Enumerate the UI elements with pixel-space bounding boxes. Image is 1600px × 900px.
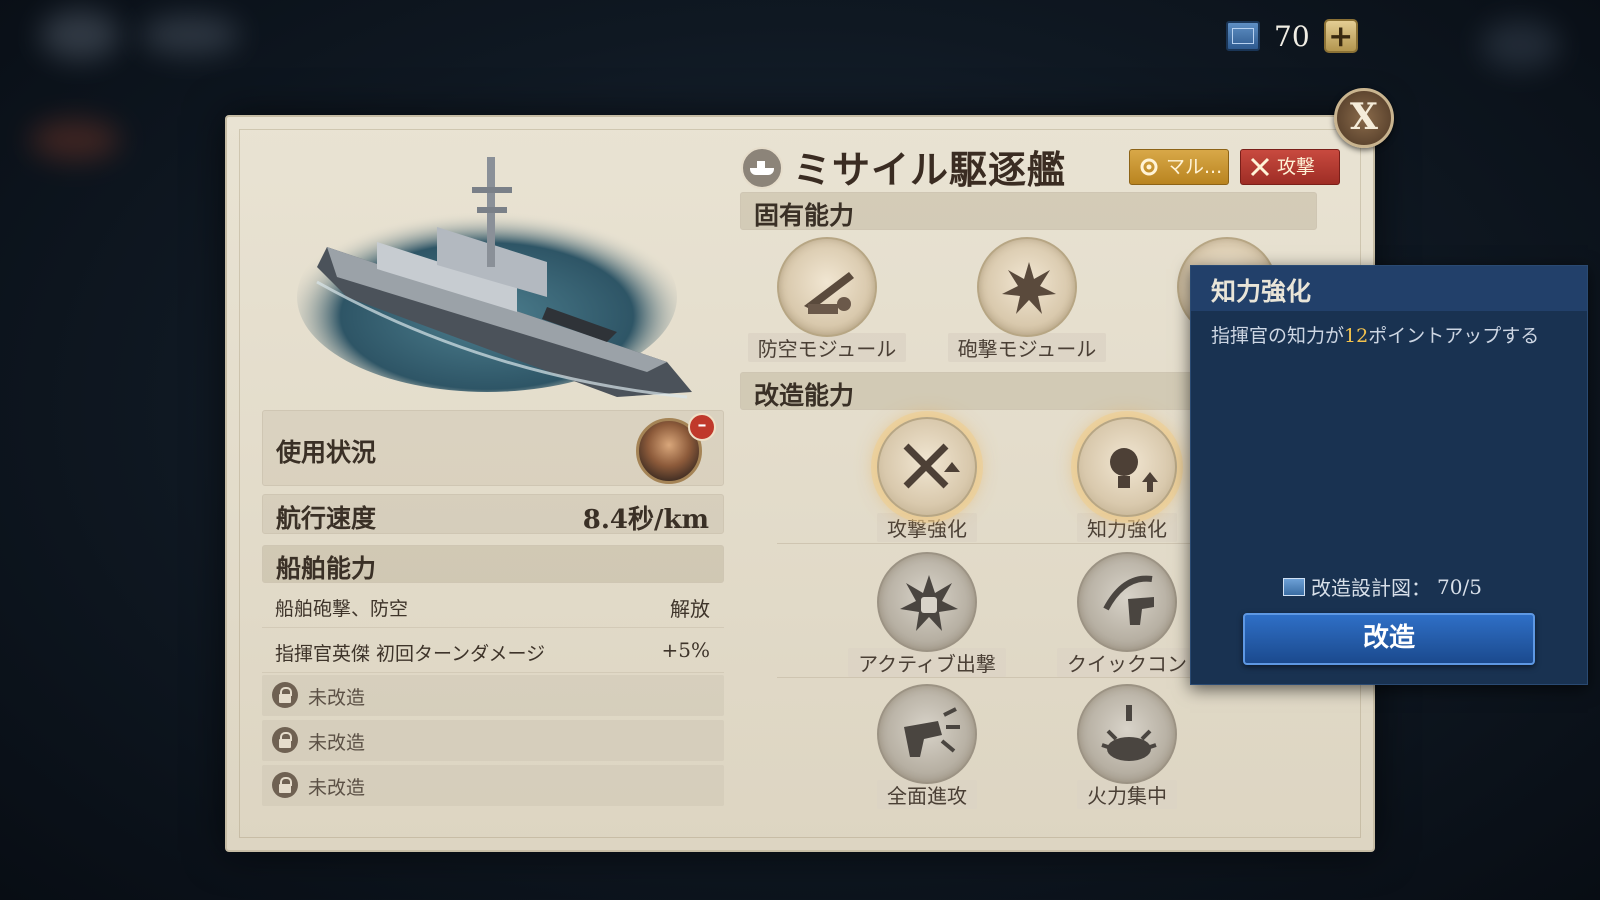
remodel-ability-title: 改造能力 xyxy=(754,381,855,410)
skill-name: アクティブ出撃 xyxy=(848,648,1006,677)
tag-multi[interactable]: マル... xyxy=(1129,149,1229,185)
ability-value: +5% xyxy=(661,638,711,662)
blueprint-icon xyxy=(1226,21,1260,51)
ship-title: ミサイル駆逐艦 xyxy=(793,147,1067,192)
lock-icon xyxy=(272,727,298,753)
background-blur xyxy=(40,10,120,60)
usage-status-row: 使用状況 – xyxy=(262,410,724,486)
blueprint-resource: 70 + xyxy=(1226,18,1358,54)
ship-image xyxy=(287,147,697,407)
ability-row: 船舶砲撃、防空 解放 xyxy=(262,585,724,628)
ship-ability-header: 船舶能力 xyxy=(262,545,724,583)
locked-slot: 未改造 xyxy=(262,720,724,761)
skill-name: 火力集中 xyxy=(1077,780,1177,809)
skill-full-offensive[interactable]: 全面進攻 xyxy=(837,684,1017,809)
speed-value: 8.4秒/km xyxy=(582,505,709,535)
lock-icon xyxy=(272,682,298,708)
gear-icon xyxy=(1140,158,1158,176)
remodel-cost: 改造設計図： 70/5 xyxy=(1283,572,1482,601)
skill-fire-focus[interactable]: 火力集中 xyxy=(1037,684,1217,809)
add-blueprint-button[interactable]: + xyxy=(1323,19,1358,53)
skill-tooltip: 知力強化 指揮官の知力が12ポイントアップする 改造設計図： 70/5 改造 xyxy=(1190,265,1588,685)
crossed-swords-icon xyxy=(1250,157,1270,177)
inherent-ability-title: 固有能力 xyxy=(754,201,855,230)
skill-name: クイックコン xyxy=(1057,648,1197,677)
close-button[interactable]: X xyxy=(1334,88,1394,148)
tag-attack-label: 攻撃 xyxy=(1277,156,1316,178)
tooltip-description: 指揮官の知力が12ポイントアップする xyxy=(1211,322,1571,350)
ability-label: 船舶砲撃、防空 xyxy=(275,598,409,620)
skill-name: 防空モジュール xyxy=(747,333,907,362)
tooltip-desc-text: ポイントアップする xyxy=(1368,325,1540,347)
inherent-ability-header: 固有能力 xyxy=(740,192,1317,230)
tag-attack[interactable]: 攻撃 xyxy=(1240,149,1340,185)
background-blur xyxy=(30,120,120,160)
skill-name: 全面進攻 xyxy=(877,780,977,809)
crossed-swords-icon xyxy=(877,417,977,517)
skill-name: 砲撃モジュール xyxy=(947,333,1107,362)
tooltip-desc-value: 12 xyxy=(1344,325,1369,347)
missile-launcher-icon xyxy=(777,237,877,337)
speed-row: 航行速度 8.4秒/km xyxy=(262,494,724,535)
lightbulb-icon xyxy=(1077,417,1177,517)
locked-label: 未改造 xyxy=(308,732,366,754)
blueprint-icon xyxy=(1283,577,1305,596)
remodel-button[interactable]: 改造 xyxy=(1243,613,1535,665)
locked-label: 未改造 xyxy=(308,777,366,799)
gun-burst-icon xyxy=(877,684,977,784)
fist-burst-icon xyxy=(877,552,977,652)
skill-bombard-module[interactable]: 砲撃モジュール xyxy=(937,237,1117,362)
shell-explosion-icon xyxy=(977,237,1077,337)
tag-multi-label: マル... xyxy=(1166,156,1223,178)
remove-commander-button[interactable]: – xyxy=(688,413,716,441)
ability-value: 解放 xyxy=(670,597,710,621)
ship-ability-title: 船舶能力 xyxy=(276,554,377,583)
cost-value: 70/5 xyxy=(1437,574,1482,599)
skill-anti-air-module[interactable]: 防空モジュール xyxy=(737,237,917,362)
bomb-explosion-icon xyxy=(1077,684,1177,784)
tooltip-desc-text: 指揮官の知力が xyxy=(1211,325,1345,347)
background-blur xyxy=(140,15,240,55)
skill-name: 知力強化 xyxy=(1077,513,1177,542)
locked-slot: 未改造 xyxy=(262,675,724,716)
ship-type-icon xyxy=(741,147,783,189)
locked-label: 未改造 xyxy=(308,687,366,709)
pistol-icon xyxy=(1077,552,1177,652)
skill-attack-boost[interactable]: 攻撃強化 xyxy=(837,417,1017,542)
skill-name: 攻撃強化 xyxy=(877,513,977,542)
ability-row: 指揮官英傑 初回ターンダメージ +5% xyxy=(262,630,724,673)
blueprint-count: 70 xyxy=(1274,19,1310,53)
speed-label: 航行速度 xyxy=(276,504,377,533)
background-blur xyxy=(1480,20,1560,70)
skill-active-sortie[interactable]: アクティブ出撃 xyxy=(837,552,1017,677)
tooltip-title: 知力強化 xyxy=(1211,277,1312,306)
locked-slot: 未改造 xyxy=(262,765,724,806)
ability-label: 指揮官英傑 初回ターンダメージ xyxy=(275,643,546,665)
usage-status-label: 使用状況 xyxy=(276,438,377,467)
cost-label: 改造設計図： xyxy=(1311,576,1431,600)
lock-icon xyxy=(272,772,298,798)
tooltip-header: 知力強化 xyxy=(1191,266,1587,311)
